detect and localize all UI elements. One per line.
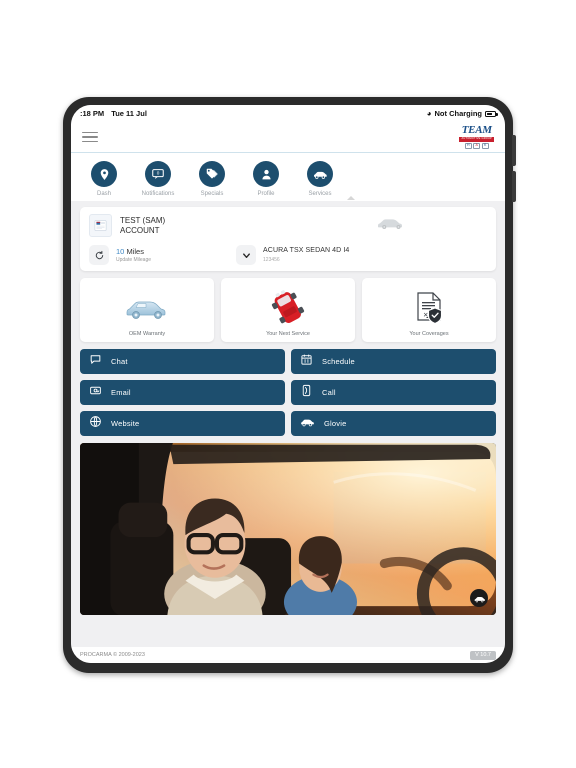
app-header: TEAM AUTOMOTIVE GROUP H A K: [71, 122, 505, 153]
logo-chip-1: H: [464, 142, 472, 149]
tile-label-your-coverages: Your Coverages: [409, 331, 449, 337]
tile-your-next-service[interactable]: Your Next Service: [221, 278, 355, 342]
email-button[interactable]: Email: [80, 380, 285, 405]
location-pin-icon: [91, 161, 117, 187]
version-badge: V 10.7: [470, 650, 496, 660]
logo-brand-chips: H A K: [459, 142, 494, 149]
footer-copyright: PROCARMA © 2009-2023: [80, 652, 145, 658]
status-bar-left: :18 PM Tue 11 Jul: [80, 109, 147, 118]
glovebox-car-icon: [300, 415, 315, 433]
person-icon: [253, 161, 279, 187]
account-name-line-1: TEST (SAM): [120, 215, 166, 225]
nav-item-profile[interactable]: Profile: [245, 161, 287, 197]
chat-button-label: Chat: [111, 357, 128, 366]
nav-label-notifications: Notifications: [141, 191, 175, 197]
dashboard-content: TEST (SAM) ACCOUNT 10 Miles Update Milea…: [71, 201, 505, 647]
car-badge-icon: [470, 589, 488, 607]
logo-chip-3: K: [481, 142, 489, 149]
car-silhouette-icon: [377, 216, 407, 235]
app-footer: PROCARMA © 2009-2023 V 10.7: [71, 647, 505, 663]
schedule-button-label: Schedule: [322, 357, 355, 366]
tile-label-oem-warranty: OEM Warranty: [128, 331, 166, 337]
volume-down-button[interactable]: [512, 171, 516, 202]
nav-item-specials[interactable]: Specials: [191, 161, 233, 197]
volume-up-button[interactable]: [512, 135, 516, 166]
nav-label-services: Profile: [257, 191, 275, 197]
id-card-icon: [89, 214, 112, 237]
red-car-icon: [268, 285, 308, 331]
logo-tagline: AUTOMOTIVE GROUP: [459, 136, 494, 142]
account-name: TEST (SAM) ACCOUNT: [120, 216, 165, 236]
website-button[interactable]: Website: [80, 411, 285, 436]
action-buttons-grid: Chat Schedule Email Call Website Glovie: [80, 349, 496, 436]
chat-bubble-icon: [89, 353, 102, 371]
mileage-unit: Miles: [126, 247, 144, 256]
hero-banner-image[interactable]: [80, 443, 496, 615]
glovie-button[interactable]: Glovie: [291, 411, 496, 436]
globe-icon: [89, 415, 102, 433]
services-active-caret-icon: [347, 196, 355, 200]
vehicle-id: 123456: [263, 256, 280, 263]
blue-car-chassis-icon: [123, 285, 171, 331]
car-icon: [307, 161, 333, 187]
vehicle-mileage-row: 10 Miles Update Mileage ACURA TSX SEDAN …: [89, 245, 487, 265]
logo-chip-2: A: [473, 142, 481, 149]
svg-text:0: 0: [157, 171, 160, 176]
email-button-label: Email: [111, 388, 131, 397]
logo-wordmark: TEAM: [461, 124, 492, 137]
wifi-icon: ◕: [426, 108, 432, 118]
tile-oem-warranty[interactable]: OEM Warranty: [80, 278, 214, 342]
status-bar: :18 PM Tue 11 Jul ◕ Not Charging: [71, 105, 505, 122]
feature-tiles: OEM Warranty Your Next Service ✕ Your Co…: [80, 278, 496, 342]
status-date: Tue 11 Jul: [111, 109, 147, 118]
mileage-block[interactable]: 10 Miles Update Mileage: [116, 247, 151, 263]
glovie-button-label: Glovie: [324, 419, 347, 428]
nav-item-notifications[interactable]: 0 Notifications: [137, 161, 179, 197]
call-button[interactable]: Call: [291, 380, 496, 405]
tablet-bezel: :18 PM Tue 11 Jul ◕ Not Charging TEAM AU…: [71, 105, 505, 663]
nav-label-profile: Services: [308, 191, 332, 197]
nav-label-dash: Dash: [96, 191, 111, 197]
status-time: :18 PM: [80, 109, 105, 118]
account-card: TEST (SAM) ACCOUNT 10 Miles Update Milea…: [80, 207, 496, 271]
battery-icon: [485, 110, 498, 117]
calendar-icon: [300, 353, 313, 371]
nav-item-dash[interactable]: Dash: [83, 161, 125, 197]
phone-icon: [300, 384, 313, 402]
mileage-value-row: 10 Miles: [116, 247, 151, 256]
refresh-icon[interactable]: [89, 245, 109, 265]
account-name-line-2: ACCOUNT: [120, 225, 160, 235]
nav-label-specials: Specials: [200, 191, 224, 197]
chat-button[interactable]: Chat: [80, 349, 285, 374]
hamburger-menu-icon[interactable]: [82, 131, 98, 143]
app-screen: :18 PM Tue 11 Jul ◕ Not Charging TEAM AU…: [71, 105, 505, 663]
tags-icon: [199, 161, 225, 187]
call-button-label: Call: [322, 388, 336, 397]
nav-item-services[interactable]: Services: [299, 161, 341, 197]
account-summary-row: TEST (SAM) ACCOUNT: [89, 214, 487, 237]
vehicle-block: ACURA TSX SEDAN 4D I4 123456: [263, 247, 349, 262]
email-icon: [89, 384, 102, 402]
vehicle-name: ACURA TSX SEDAN 4D I4: [263, 247, 350, 255]
status-bar-right: ◕ Not Charging: [426, 108, 498, 118]
chat-bubble-icon: 0: [145, 161, 171, 187]
tile-your-coverages[interactable]: ✕ Your Coverages: [362, 278, 496, 342]
chevron-down-icon[interactable]: [236, 245, 257, 265]
brand-logo[interactable]: TEAM AUTOMOTIVE GROUP H A K: [459, 124, 494, 149]
document-shield-icon: ✕: [413, 285, 445, 331]
mileage-number: 10: [116, 247, 125, 256]
schedule-button[interactable]: Schedule: [291, 349, 496, 374]
update-mileage-label: Update Mileage: [116, 257, 152, 263]
tile-label-your-next-service: Your Next Service: [266, 331, 310, 337]
website-button-label: Website: [111, 419, 140, 428]
vehicle-selector[interactable]: ACURA TSX SEDAN 4D I4 123456: [236, 245, 349, 265]
tablet-device-frame: :18 PM Tue 11 Jul ◕ Not Charging TEAM AU…: [63, 97, 516, 673]
battery-status-label: Not Charging: [434, 109, 483, 118]
primary-nav: Dash 0 Notifications Specials Profile Se…: [71, 153, 505, 201]
